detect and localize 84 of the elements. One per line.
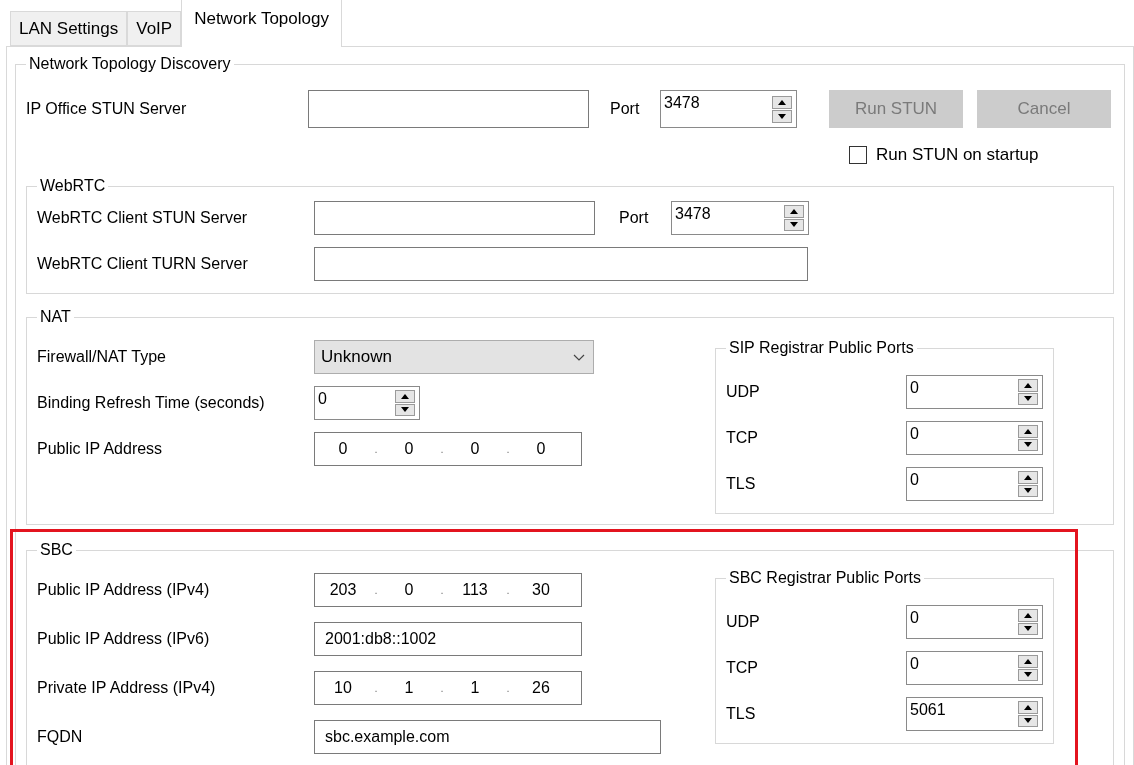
spin-up-button[interactable] [772,95,792,109]
spin-up-button[interactable] [1018,425,1038,438]
down-triangle-icon [1024,718,1032,724]
ip-address-field[interactable]: 203 . 0 . 113 . 30 [314,572,582,607]
up-triangle-icon [1024,704,1032,710]
spin-down-button[interactable] [1018,622,1038,635]
field-label: TLS [726,705,757,723]
field-label: FQDN [37,727,84,746]
chevron-down-icon [573,353,585,361]
group-title: WebRTC [39,177,107,195]
text-field[interactable]: 2001:db8::1002 [314,621,582,656]
field-label: WebRTC Client STUN Server [37,209,249,227]
down-triangle-icon [778,113,786,119]
spin-up-button[interactable] [1018,471,1038,484]
spin-down-button[interactable] [1018,484,1038,497]
spin-up-button[interactable] [1018,379,1038,392]
field-label: Port [610,100,641,118]
spin-field[interactable]: 5061 [906,697,1043,731]
spin-down-button[interactable] [1018,668,1038,681]
field-label: Private IP Address (IPv4) [37,678,217,697]
spin-field[interactable]: 0 [906,651,1043,685]
spin-field[interactable]: 0 [906,421,1043,455]
field-label: TCP [726,429,759,447]
checkbox[interactable] [849,146,867,164]
up-triangle-icon [1024,382,1032,388]
tab[interactable]: VoIP [127,11,182,46]
field-label: WebRTC Client TURN Server [37,255,249,273]
text-field[interactable] [308,90,589,128]
ip-address-field[interactable]: 0 . 0 . 0 . 0 [314,432,582,466]
spin-field[interactable]: 0 [314,386,420,420]
group-title: SIP Registrar Public Ports [728,339,915,357]
spin-down-button[interactable] [1018,714,1038,727]
text-field[interactable]: sbc.example.com [314,719,661,754]
spin-field[interactable]: 3478 [660,90,797,128]
field-label: TCP [726,659,759,677]
group-title: NAT [39,308,72,326]
spin-field[interactable]: 3478 [671,201,809,235]
spin-up-button[interactable] [1018,701,1038,714]
up-triangle-icon [1024,658,1032,664]
field-label: TLS [726,475,757,493]
up-triangle-icon [401,393,409,399]
spin-up-button[interactable] [1018,609,1038,622]
text-field[interactable] [314,247,808,281]
down-triangle-icon [1024,488,1032,494]
down-triangle-icon [1024,672,1032,678]
field-label: Public IP Address (IPv4) [37,580,211,599]
spin-down-button[interactable] [784,218,804,231]
spin-down-button[interactable] [1018,438,1038,451]
group-title: SBC Registrar Public Ports [728,569,923,587]
tab[interactable]: Network Topology [181,0,342,47]
spin-up-button[interactable] [395,390,415,403]
spin-up-button[interactable] [1018,655,1038,668]
field-label: Binding Refresh Time (seconds) [37,394,266,412]
field-label: Firewall/NAT Type [37,348,167,366]
up-triangle-icon [778,99,786,105]
down-triangle-icon [790,222,798,228]
field-label: IP Office STUN Server [26,100,188,118]
ip-address-field[interactable]: 10 . 1 . 1 . 26 [314,670,582,705]
checkbox-label: Run STUN on startup [876,145,1039,165]
down-triangle-icon [1024,626,1032,632]
spin-down-button[interactable] [395,403,415,416]
spin-down-button[interactable] [772,109,792,123]
up-triangle-icon [790,208,798,214]
spin-down-button[interactable] [1018,392,1038,405]
up-triangle-icon [1024,428,1032,434]
spin-up-button[interactable] [784,205,804,218]
field-label: Public IP Address [37,440,164,458]
down-triangle-icon [401,407,409,413]
spin-field[interactable]: 0 [906,605,1043,639]
spin-field[interactable]: 0 [906,467,1043,501]
field-label: Port [619,209,650,227]
down-triangle-icon [1024,442,1032,448]
spin-field[interactable]: 0 [906,375,1043,409]
up-triangle-icon [1024,612,1032,618]
text-field[interactable] [314,201,595,235]
field-label: UDP [726,613,761,631]
up-triangle-icon [1024,474,1032,480]
field-label: UDP [726,383,761,401]
dropdown[interactable]: Unknown [314,340,594,374]
down-triangle-icon [1024,396,1032,402]
group-title: SBC [39,541,74,559]
tab[interactable]: LAN Settings [10,11,128,46]
field-label: Public IP Address (IPv6) [37,629,211,648]
group-title: Network Topology Discovery [28,55,232,73]
